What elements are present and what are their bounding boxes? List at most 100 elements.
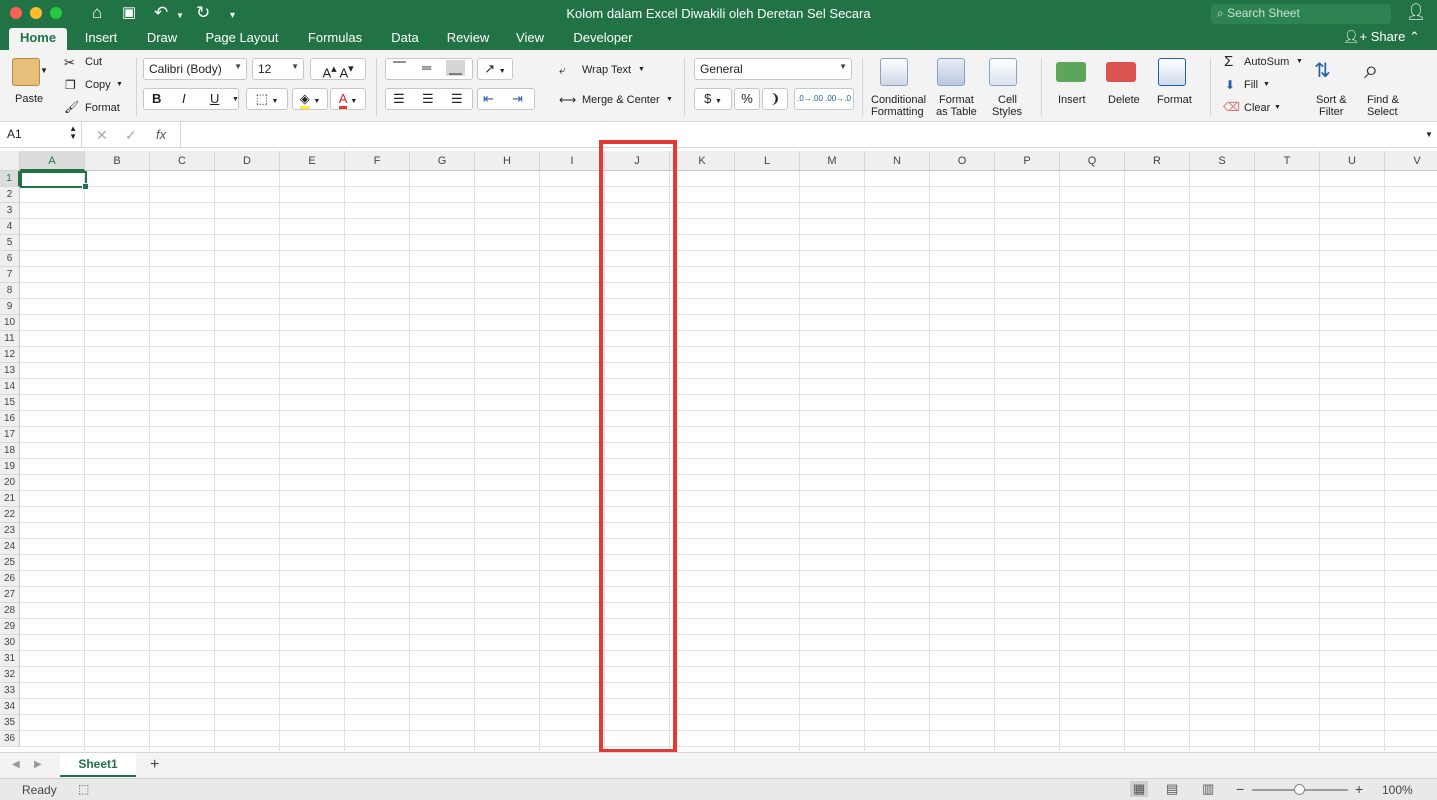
share-button[interactable]: 👤︎+ Share (1343, 28, 1405, 46)
row-header-5[interactable]: 5 (0, 235, 20, 251)
collapse-ribbon-icon[interactable]: ⌃ (1409, 28, 1420, 46)
delete-cells-label[interactable]: Delete (1108, 94, 1140, 106)
next-sheet-icon[interactable]: ▶ (34, 759, 42, 770)
row-header-36[interactable]: 36 (0, 731, 20, 747)
find-select-label-2[interactable]: Select (1367, 106, 1398, 118)
zoom-level[interactable]: 100% (1382, 783, 1413, 797)
tab-page-layout[interactable]: Page Layout (197, 28, 287, 50)
row-header-17[interactable]: 17 (0, 427, 20, 443)
autosum-dropdown-icon[interactable]: ▼ (1296, 58, 1303, 65)
name-box-stepper-icon[interactable]: ▲ ▼ (69, 125, 77, 141)
align-left-icon[interactable]: ☰ (393, 91, 405, 107)
font-name-select[interactable]: Calibri (Body) ▼ (143, 58, 247, 80)
format-as-table-label-2[interactable]: as Table (936, 106, 977, 118)
column-header-q[interactable]: Q (1060, 151, 1125, 171)
font-size-select[interactable]: 12 ▼ (252, 58, 304, 80)
percent-button[interactable]: % (734, 88, 760, 110)
row-header-25[interactable]: 25 (0, 555, 20, 571)
row-header-2[interactable]: 2 (0, 187, 20, 203)
conditional-formatting-label-2[interactable]: Formatting (871, 106, 924, 118)
row-header-23[interactable]: 23 (0, 523, 20, 539)
column-header-s[interactable]: S (1190, 151, 1255, 171)
enter-icon[interactable]: ✓ (125, 127, 137, 144)
decimal-group[interactable]: .0→.00 .00→.0 (794, 88, 854, 110)
row-header-3[interactable]: 3 (0, 203, 20, 219)
sort-filter-label-2[interactable]: Filter (1319, 106, 1343, 118)
row-header-7[interactable]: 7 (0, 267, 20, 283)
format-painter-button[interactable]: Format (85, 102, 120, 114)
row-header-18[interactable]: 18 (0, 443, 20, 459)
insert-cells-label[interactable]: Insert (1058, 94, 1086, 106)
sort-filter-label-1[interactable]: Sort & (1316, 94, 1347, 106)
align-right-icon[interactable]: ☰ (451, 91, 463, 107)
sort-filter-icon[interactable]: ⇅ (1314, 58, 1331, 83)
align-middle-icon[interactable]: ═ (422, 60, 431, 75)
column-header-o[interactable]: O (930, 151, 995, 171)
row-header-16[interactable]: 16 (0, 411, 20, 427)
insert-function-icon[interactable]: fx (156, 127, 166, 142)
fill-button[interactable]: Fill (1244, 79, 1258, 91)
macro-record-icon[interactable]: ⬚ (78, 782, 89, 796)
row-header-9[interactable]: 9 (0, 299, 20, 315)
column-header-p[interactable]: P (995, 151, 1060, 171)
paste-label[interactable]: Paste (15, 93, 43, 105)
format-as-table-label-1[interactable]: Format (939, 94, 974, 106)
clear-dropdown-icon[interactable]: ▼ (1274, 104, 1281, 111)
row-header-15[interactable]: 15 (0, 395, 20, 411)
cell-styles-label-1[interactable]: Cell (998, 94, 1017, 106)
column-header-h[interactable]: H (475, 151, 540, 171)
row-header-4[interactable]: 4 (0, 219, 20, 235)
tab-data[interactable]: Data (383, 28, 427, 50)
underline-dropdown-icon[interactable]: ▼ (232, 96, 239, 103)
paste-icon[interactable] (12, 58, 40, 86)
sheet-tab-sheet1[interactable]: Sheet1 (60, 753, 136, 777)
select-all-corner[interactable] (0, 151, 20, 171)
tab-review[interactable]: Review (439, 28, 497, 50)
zoom-out-button[interactable]: − (1236, 781, 1244, 797)
row-header-8[interactable]: 8 (0, 283, 20, 299)
row-header-24[interactable]: 24 (0, 539, 20, 555)
add-sheet-button[interactable]: + (150, 756, 159, 774)
prev-sheet-icon[interactable]: ◀ (12, 759, 20, 770)
column-header-g[interactable]: G (410, 151, 475, 171)
delete-cells-icon[interactable] (1106, 62, 1136, 82)
copy-button[interactable]: Copy (85, 79, 111, 91)
cancel-icon[interactable]: ✕ (96, 127, 108, 144)
cell-styles-label-2[interactable]: Styles (992, 106, 1022, 118)
wrap-text-dropdown-icon[interactable]: ▼ (638, 66, 645, 73)
conditional-formatting-icon[interactable] (880, 58, 908, 86)
format-cells-icon[interactable] (1158, 58, 1186, 86)
row-header-1[interactable]: 1 (0, 171, 20, 187)
column-header-v[interactable]: V (1385, 151, 1437, 171)
find-select-label-1[interactable]: Find & (1367, 94, 1399, 106)
row-header-32[interactable]: 32 (0, 667, 20, 683)
insert-cells-icon[interactable] (1056, 62, 1086, 82)
column-header-u[interactable]: U (1320, 151, 1385, 171)
row-header-33[interactable]: 33 (0, 683, 20, 699)
orientation-button[interactable]: ↗ ▼ (477, 58, 513, 80)
column-header-l[interactable]: L (735, 151, 800, 171)
tab-draw[interactable]: Draw (139, 28, 185, 50)
row-header-6[interactable]: 6 (0, 251, 20, 267)
column-header-m[interactable]: M (800, 151, 865, 171)
column-header-d[interactable]: D (215, 151, 280, 171)
column-header-a[interactable]: A (20, 151, 85, 171)
column-header-r[interactable]: R (1125, 151, 1190, 171)
cell-area[interactable] (20, 171, 1437, 751)
italic-button[interactable]: I (182, 91, 186, 106)
autosum-button[interactable]: AutoSum (1244, 56, 1289, 68)
row-header-13[interactable]: 13 (0, 363, 20, 379)
format-as-table-icon[interactable] (937, 58, 965, 86)
cell-styles-icon[interactable] (989, 58, 1017, 86)
clear-button[interactable]: Clear (1244, 102, 1270, 114)
copy-dropdown-icon[interactable]: ▼ (116, 81, 123, 88)
tab-view[interactable]: View (509, 28, 551, 50)
column-header-n[interactable]: N (865, 151, 930, 171)
normal-view-icon[interactable]: ▦ (1130, 781, 1149, 797)
account-icon[interactable]: 👤︎ (1406, 3, 1426, 23)
align-bottom-icon[interactable]: ⎽ (446, 60, 466, 76)
borders-button[interactable]: ⬚ ▼ (246, 88, 288, 110)
row-header-34[interactable]: 34 (0, 699, 20, 715)
find-select-icon[interactable]: ⌕ (1364, 54, 1379, 86)
page-break-view-icon[interactable]: ▥ (1202, 781, 1214, 797)
